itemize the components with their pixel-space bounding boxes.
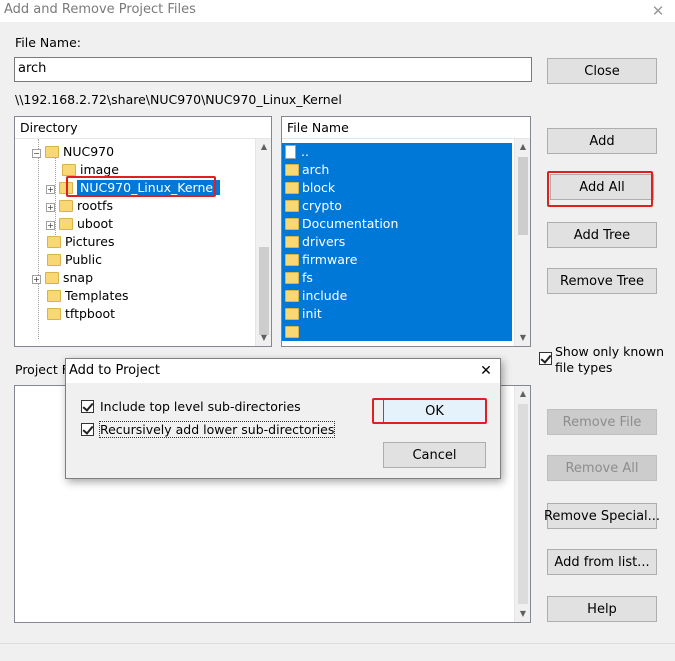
file-item-firmware[interactable]: firmware	[282, 251, 512, 269]
folder-icon	[45, 146, 59, 158]
show-known-checkbox[interactable]	[539, 351, 552, 366]
folder-icon	[285, 308, 299, 320]
folder-icon	[45, 272, 59, 284]
folder-icon	[285, 164, 299, 176]
tree-line	[38, 139, 39, 339]
recursive-add-option[interactable]: Recursively add lower sub-directories	[81, 421, 336, 438]
help-button[interactable]: Help	[547, 596, 657, 622]
window-bottom-edge	[0, 643, 675, 661]
remove-special-button[interactable]: Remove Special...	[544, 503, 660, 529]
folder-icon	[59, 200, 73, 212]
expand-icon[interactable]: +	[32, 275, 41, 284]
folder-icon	[47, 236, 61, 248]
scroll-down-icon[interactable]: ▼	[515, 330, 530, 346]
include-top-level-option[interactable]: Include top level sub-directories	[81, 399, 301, 414]
scroll-up-icon[interactable]: ▲	[256, 139, 271, 155]
file-item-parent[interactable]: ..	[282, 143, 512, 161]
folder-icon	[285, 290, 299, 302]
tree-item-public[interactable]: Public	[47, 251, 102, 269]
show-known-label: Show only known file types	[555, 344, 665, 375]
tree-item-templates[interactable]: Templates	[47, 287, 129, 305]
expand-icon[interactable]: +	[46, 203, 55, 212]
directory-scrollbar[interactable]: ▲ ▼	[255, 139, 271, 346]
folder-icon	[62, 164, 76, 176]
file-list-scrollbar[interactable]: ▲ ▼	[514, 139, 530, 346]
file-item-block[interactable]: block	[282, 179, 512, 197]
add-to-project-dialog: Add to Project ✕ Include top level sub-d…	[65, 358, 501, 479]
tree-item-nuc970[interactable]: − NUC970	[32, 143, 114, 161]
scroll-up-icon[interactable]: ▲	[515, 139, 530, 155]
project-files-scrollbar[interactable]: ▲ ▼	[514, 386, 530, 622]
remove-all-button[interactable]: Remove All	[547, 455, 657, 481]
add-tree-button[interactable]: Add Tree	[547, 222, 657, 248]
dialog-title: Add to Project	[69, 363, 160, 378]
expand-icon[interactable]: +	[46, 185, 55, 194]
directory-header[interactable]: Directory	[15, 117, 271, 139]
dialog-close-icon[interactable]: ✕	[476, 361, 496, 381]
folder-icon	[285, 272, 299, 284]
file-name-input[interactable]: arch	[14, 57, 532, 82]
window-title: Add and Remove Project Files	[4, 2, 196, 17]
folder-icon	[47, 254, 61, 266]
folder-icon	[59, 218, 73, 230]
checkbox-checked-icon[interactable]	[539, 352, 552, 365]
file-item-documentation[interactable]: Documentation	[282, 215, 512, 233]
tree-item-image[interactable]: image	[62, 161, 119, 179]
folder-icon	[47, 290, 61, 302]
checkbox-checked-icon[interactable]	[81, 423, 94, 436]
file-list[interactable]: File Name .. arch block crypto Documenta…	[281, 116, 531, 347]
file-item-include[interactable]: include	[282, 287, 512, 305]
folder-icon	[285, 326, 299, 338]
tree-item-uboot[interactable]: + uboot	[46, 215, 113, 233]
file-item-crypto[interactable]: crypto	[282, 197, 512, 215]
folder-icon	[285, 200, 299, 212]
close-button[interactable]: Close	[547, 58, 657, 84]
folder-icon	[285, 218, 299, 230]
remove-tree-button[interactable]: Remove Tree	[547, 268, 657, 294]
tree-item-snap[interactable]: + snap	[32, 269, 93, 287]
tree-item-nuc970-linux-kernel[interactable]: + NUC970_Linux_Kernel	[46, 179, 220, 197]
file-item-arch[interactable]: arch	[282, 161, 512, 179]
folder-icon	[285, 182, 299, 194]
tree-item-rootfs[interactable]: + rootfs	[46, 197, 113, 215]
scroll-down-icon[interactable]: ▼	[515, 606, 530, 622]
file-item-drivers[interactable]: drivers	[282, 233, 512, 251]
file-name-label: File Name:	[15, 35, 81, 50]
scroll-thumb[interactable]	[259, 247, 269, 335]
file-item-partial[interactable]	[282, 323, 512, 341]
folder-icon	[285, 254, 299, 266]
ok-button[interactable]: OK	[383, 399, 486, 424]
collapse-icon[interactable]: −	[32, 149, 41, 158]
add-button[interactable]: Add	[547, 128, 657, 154]
folder-icon	[285, 236, 299, 248]
directory-tree[interactable]: Directory − NUC970 image + NUC970_Linux_Ke…	[14, 116, 272, 347]
add-from-list-button[interactable]: Add from list...	[547, 549, 657, 575]
scroll-thumb[interactable]	[518, 157, 528, 235]
file-name-header[interactable]: File Name	[282, 117, 530, 139]
window-close-icon[interactable]: ✕	[644, 0, 672, 22]
scroll-thumb[interactable]	[518, 404, 528, 604]
file-item-fs[interactable]: fs	[282, 269, 512, 287]
file-list-body: .. arch block crypto Documentation drive…	[282, 143, 514, 346]
scroll-down-icon[interactable]: ▼	[256, 330, 271, 346]
scroll-up-icon[interactable]: ▲	[515, 386, 530, 402]
file-item-init[interactable]: init	[282, 305, 512, 323]
project-files-label: Project Fi	[15, 362, 72, 377]
file-icon	[285, 145, 296, 159]
expand-icon[interactable]: +	[46, 221, 55, 230]
folder-icon	[59, 182, 73, 194]
tree-item-tftpboot[interactable]: tftpboot	[47, 305, 115, 323]
cancel-button[interactable]: Cancel	[383, 442, 486, 468]
add-all-button[interactable]: Add All	[550, 174, 654, 200]
checkbox-checked-icon[interactable]	[81, 400, 94, 413]
remove-file-button[interactable]: Remove File	[547, 409, 657, 435]
tree-item-pictures[interactable]: Pictures	[47, 233, 115, 251]
current-path: \\192.168.2.72\share\NUC970\NUC970_Linux…	[15, 92, 342, 107]
folder-icon	[47, 308, 61, 320]
